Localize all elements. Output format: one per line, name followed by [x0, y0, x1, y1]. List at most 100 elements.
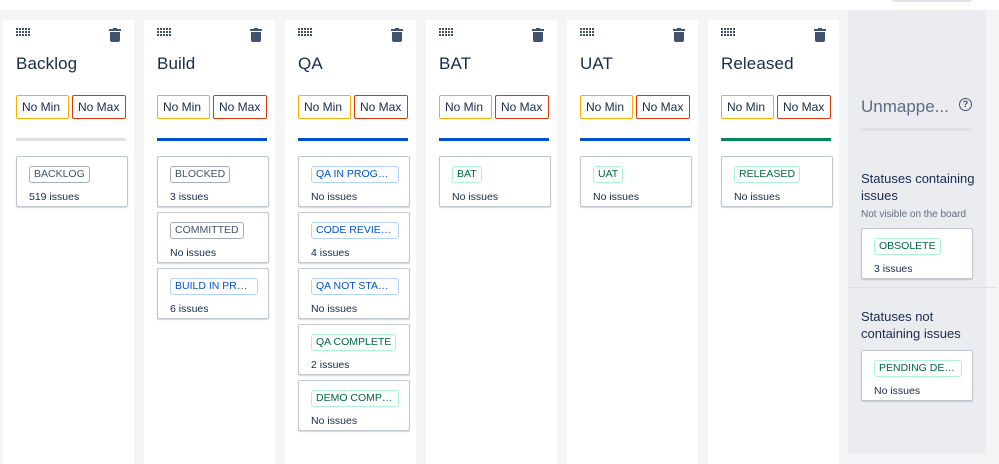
max-limit-button[interactable]: No Max: [495, 95, 549, 119]
column-title[interactable]: BAT: [439, 54, 471, 74]
unmapped-statuses-column: Unmappe... ? Statuses containing issues …: [848, 10, 998, 454]
board-column: Backlog No Min No Max BACKLOG 519 issues: [3, 20, 134, 464]
column-header: QA No Min No Max: [285, 20, 416, 150]
status-card-list: UAT No issues: [580, 156, 692, 212]
status-card[interactable]: CODE REVIEW I... 4 issues: [298, 212, 410, 263]
status-card[interactable]: BLOCKED 3 issues: [157, 156, 269, 207]
status-lozenge: DEMO COMPLE...: [311, 390, 399, 407]
status-lozenge: OBSOLETE: [874, 238, 941, 255]
issue-count: No issues: [874, 385, 921, 397]
board-column: Build No Min No Max BLOCKED 3 issues COMMITTE…: [144, 20, 275, 464]
trash-icon[interactable]: [673, 28, 685, 42]
status-card-list: BLOCKED 3 issues COMMITTED No issues BUILD I…: [157, 156, 269, 324]
drag-handle-icon[interactable]: [721, 28, 737, 38]
unmapped-status-bar: [861, 128, 972, 131]
status-card[interactable]: RELEASED No issues: [721, 156, 833, 207]
statuses-containing-issues-title: Statuses containing issues: [861, 171, 975, 203]
status-card[interactable]: UAT No issues: [580, 156, 692, 207]
unmapped-card-list: OBSOLETE 3 issues: [861, 228, 973, 284]
unmapped-title: Unmappe...: [861, 97, 949, 116]
trash-icon[interactable]: [532, 28, 544, 42]
column-header: UAT No Min No Max: [567, 20, 698, 150]
issue-count: 6 issues: [170, 303, 209, 315]
column-limits: No Min No Max: [16, 95, 126, 119]
max-limit-button[interactable]: No Max: [213, 95, 267, 119]
board-column: QA No Min No Max QA IN PROGRESS No issues COD…: [285, 20, 416, 464]
issue-count: 2 issues: [311, 359, 350, 371]
status-card[interactable]: QA COMPLETE 2 issues: [298, 324, 410, 375]
min-limit-button[interactable]: No Min: [580, 95, 633, 119]
min-limit-button[interactable]: No Min: [16, 95, 69, 119]
column-header: BAT No Min No Max: [426, 20, 557, 150]
max-limit-button[interactable]: No Max: [72, 95, 126, 119]
status-card[interactable]: PENDING DEMO No issues: [861, 350, 973, 401]
issue-count: No issues: [170, 247, 217, 259]
column-title[interactable]: Backlog: [16, 54, 77, 74]
column-title[interactable]: QA: [298, 54, 323, 74]
column-limits: No Min No Max: [580, 95, 690, 119]
trash-icon[interactable]: [391, 28, 403, 42]
issue-count: No issues: [593, 191, 640, 203]
column-limits: No Min No Max: [721, 95, 831, 119]
min-limit-button[interactable]: No Min: [721, 95, 774, 119]
status-card-list: QA IN PROGRESS No issues CODE REVIEW I... 4…: [298, 156, 410, 436]
drag-handle-icon[interactable]: [16, 28, 32, 38]
drag-handle-icon[interactable]: [439, 28, 455, 38]
status-card[interactable]: BUILD IN PROG... 6 issues: [157, 268, 269, 319]
status-lozenge: RELEASED: [734, 166, 801, 183]
issue-count: 3 issues: [170, 191, 209, 203]
issue-count: 519 issues: [29, 191, 80, 203]
column-limits: No Min No Max: [439, 95, 549, 119]
status-lozenge: BUILD IN PROG...: [170, 278, 258, 295]
status-card[interactable]: QA IN PROGRESS No issues: [298, 156, 410, 207]
drag-handle-icon[interactable]: [580, 28, 596, 38]
column-status-bar: [16, 138, 126, 141]
status-lozenge: COMMITTED: [170, 222, 244, 239]
status-lozenge: UAT: [593, 166, 624, 183]
question-circle-icon[interactable]: ?: [959, 98, 972, 111]
status-card[interactable]: BACKLOG 519 issues: [16, 156, 128, 207]
min-limit-button[interactable]: No Min: [439, 95, 492, 119]
top-button-edge[interactable]: [892, 0, 972, 2]
status-card[interactable]: BAT No issues: [439, 156, 551, 207]
issue-count: 4 issues: [311, 247, 350, 259]
status-card-list: BAT No issues: [439, 156, 551, 212]
drag-handle-icon[interactable]: [157, 28, 173, 38]
column-title[interactable]: Build: [157, 54, 195, 74]
max-limit-button[interactable]: No Max: [354, 95, 408, 119]
board-column: Released No Min No Max RELEASED No issues: [708, 20, 839, 464]
status-card[interactable]: QA NOT STARTED No issues: [298, 268, 410, 319]
board-column: BAT No Min No Max BAT No issues: [426, 20, 557, 464]
issue-count: No issues: [311, 191, 358, 203]
trash-icon[interactable]: [814, 28, 826, 42]
min-limit-button[interactable]: No Min: [298, 95, 351, 119]
trash-icon[interactable]: [250, 28, 262, 42]
column-limits: No Min No Max: [298, 95, 408, 119]
status-card[interactable]: OBSOLETE 3 issues: [861, 228, 973, 279]
max-limit-button[interactable]: No Max: [777, 95, 831, 119]
drag-handle-icon[interactable]: [298, 28, 314, 38]
top-strip: [0, 0, 999, 10]
status-lozenge: CODE REVIEW I...: [311, 222, 399, 239]
status-lozenge: QA IN PROGRESS: [311, 166, 399, 183]
status-card[interactable]: COMMITTED No issues: [157, 212, 269, 263]
not-visible-note: Not visible on the board: [861, 209, 967, 220]
column-title[interactable]: UAT: [580, 54, 613, 74]
issue-count: No issues: [452, 191, 499, 203]
min-limit-button[interactable]: No Min: [157, 95, 210, 119]
status-lozenge: BLOCKED: [170, 166, 231, 183]
issue-count: No issues: [311, 415, 358, 427]
max-limit-button[interactable]: No Max: [636, 95, 690, 119]
column-status-bar: [580, 138, 690, 141]
column-status-bar: [439, 138, 549, 141]
column-title[interactable]: Released: [721, 54, 794, 74]
column-limits: No Min No Max: [157, 95, 267, 119]
board-column: UAT No Min No Max UAT No issues: [567, 20, 698, 464]
status-card[interactable]: DEMO COMPLE... No issues: [298, 380, 410, 431]
column-header: Released No Min No Max: [708, 20, 839, 150]
statuses-not-containing-issues-title: Statuses not containing issues: [861, 309, 961, 341]
column-status-bar: [721, 138, 831, 141]
status-lozenge: QA NOT STARTED: [311, 278, 399, 295]
trash-icon[interactable]: [109, 28, 121, 42]
status-lozenge: PENDING DEMO: [874, 360, 962, 377]
